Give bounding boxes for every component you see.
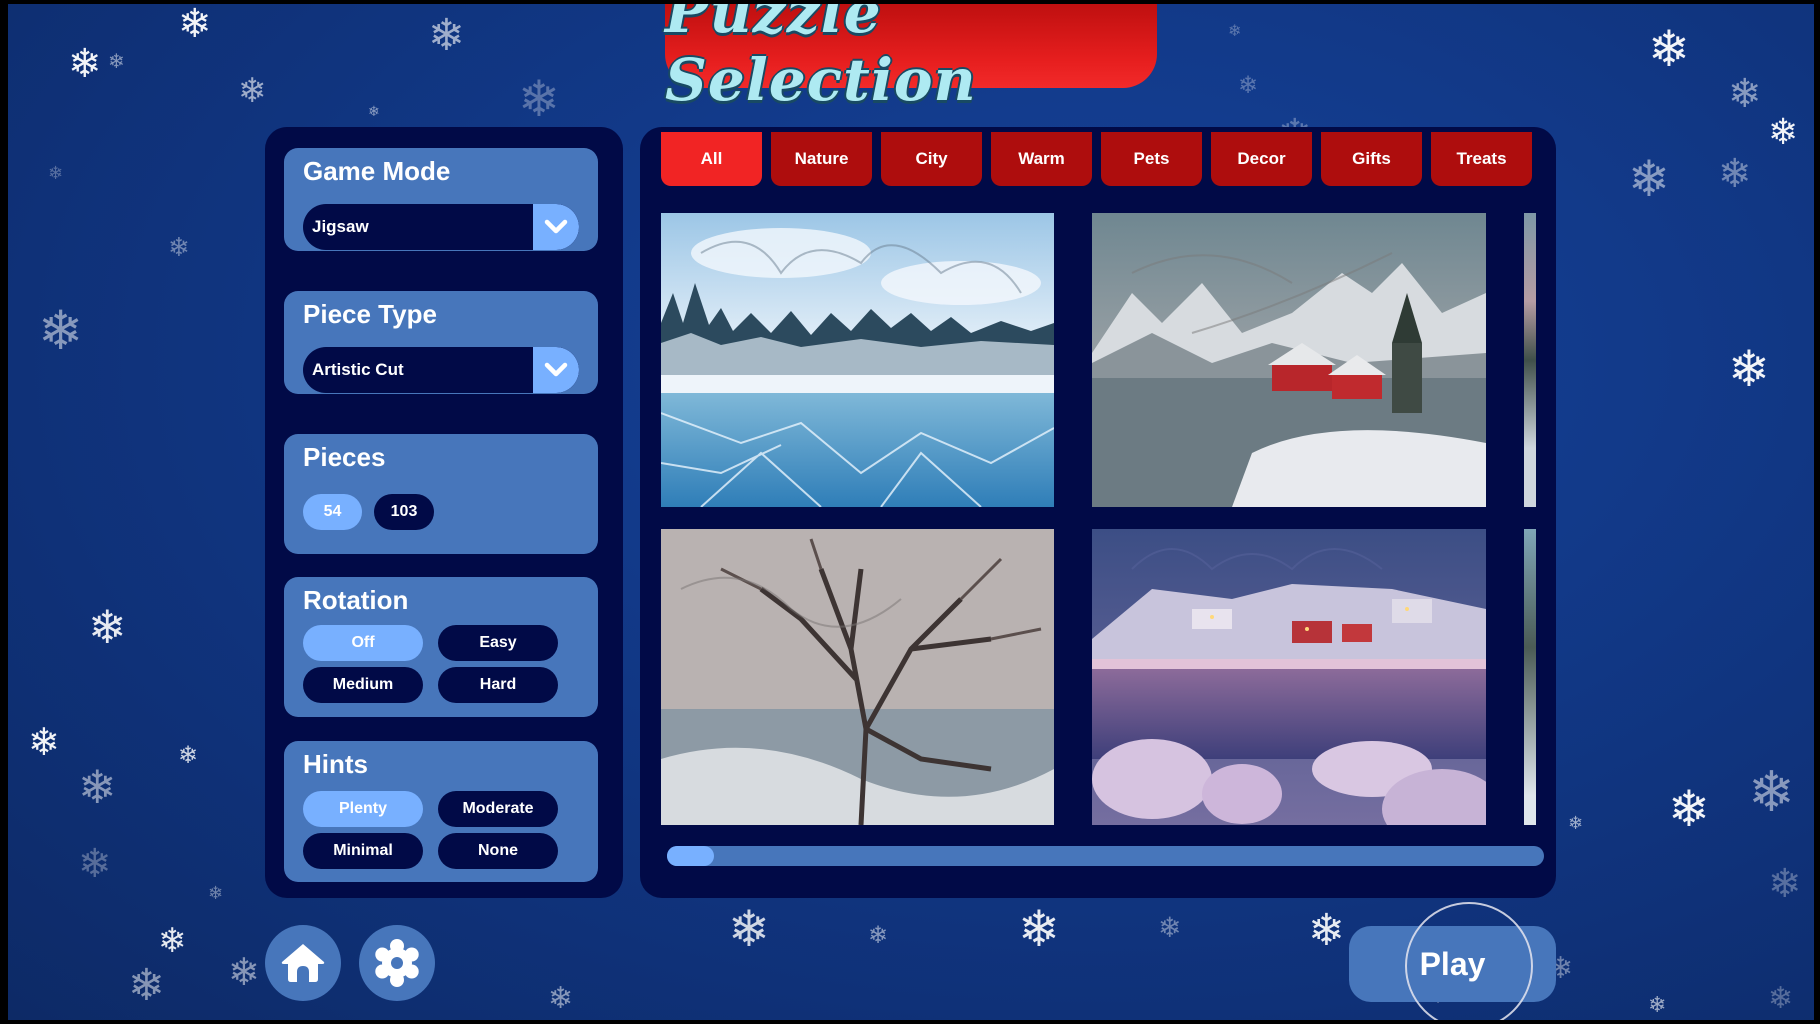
snowflake-icon: ❄ (238, 72, 267, 110)
snowflake-icon: ❄ (28, 722, 60, 764)
snowflake-icon: ❄ (1238, 72, 1259, 99)
tab-pets[interactable]: Pets (1101, 132, 1202, 186)
snowflake-icon: ❄ (1728, 341, 1770, 397)
piece-type-card: Piece Type Artistic Cut (284, 291, 598, 394)
snowflake-icon: ❄ (178, 4, 212, 46)
snowflake-icon: ❄ (78, 761, 117, 813)
twilight-village-image (1092, 529, 1486, 825)
rotation-option-hard[interactable]: Hard (438, 667, 558, 703)
rotation-option-medium[interactable]: Medium (303, 667, 423, 703)
rotation-option-off[interactable]: Off (303, 625, 423, 661)
frozen-lake-image (661, 213, 1054, 507)
snowflake-icon: ❄ (168, 232, 190, 262)
snowflake-icon: ❄ (1718, 152, 1752, 196)
snowflake-icon: ❄ (1228, 23, 1242, 40)
home-button[interactable] (265, 925, 341, 1001)
hints-option-plenty[interactable]: Plenty (303, 791, 423, 827)
snowflake-icon: ❄ (1018, 901, 1060, 957)
tab-decor[interactable]: Decor (1211, 132, 1312, 186)
title-banner: Puzzle Selection (665, 4, 1157, 114)
snowflake-icon: ❄ (38, 301, 84, 361)
piece-type-label: Piece Type (303, 299, 437, 329)
frosted-tree-image (661, 529, 1054, 825)
rotation-card: Rotation Off Easy Medium Hard (284, 577, 598, 717)
snowflake-icon: ❄ (1308, 906, 1345, 955)
rotation-option-easy[interactable]: Easy (438, 625, 558, 661)
snowflake-icon: ❄ (158, 922, 187, 960)
gallery-scrollbar-thumb[interactable] (667, 846, 714, 866)
hints-card: Hints Plenty Moderate Minimal None (284, 741, 598, 882)
snowflake-icon: ❄ (1628, 151, 1670, 207)
hints-label: Hints (303, 749, 368, 779)
snowflake-icon: ❄ (48, 163, 64, 183)
pieces-option-54[interactable]: 54 (303, 494, 362, 530)
tab-all[interactable]: All (661, 132, 762, 186)
settings-panel: Game Mode Jigsaw Piece Type Artistic Cut… (265, 127, 623, 898)
snowflake-icon: ❄ (548, 982, 574, 1015)
snowflake-icon: ❄ (178, 742, 199, 769)
snowflake-icon: ❄ (428, 11, 465, 60)
tab-warm[interactable]: Warm (991, 132, 1092, 186)
puzzle-thumbnail[interactable] (661, 529, 1054, 825)
pieces-label: Pieces (303, 442, 386, 472)
gear-icon (375, 939, 419, 987)
gallery-scrollbar[interactable] (667, 846, 1544, 866)
snowflake-icon: ❄ (1648, 992, 1667, 1017)
game-screen: ❄ ❄ ❄ ❄ ❄ ❄ ❄ ❄ ❄ ❄ ❄ ❄ ❄ ❄ ❄ ❄ ❄ ❄ ❄ ❄ ❄ ❄ ❄ ❄ ❄ ❄ ❄ ❄ ❄ ❄ ❄ ❄ ❄ ❄ ❄ ❄ ❄ ❄ ❄ ❄… (8, 4, 1814, 1020)
tab-treats[interactable]: Treats (1431, 132, 1532, 186)
snowflake-icon: ❄ (1728, 72, 1762, 116)
snowflake-icon: ❄ (1768, 111, 1799, 152)
puzzle-thumbnail-partial[interactable] (1524, 529, 1536, 825)
hints-option-none[interactable]: None (438, 833, 558, 869)
snowflake-icon: ❄ (1648, 21, 1690, 77)
snowflake-icon: ❄ (68, 42, 102, 86)
piece-type-dropdown[interactable]: Artistic Cut (303, 347, 579, 393)
tab-gifts[interactable]: Gifts (1321, 132, 1422, 186)
snowflake-icon: ❄ (1668, 781, 1710, 837)
puzzle-thumbnail[interactable] (1092, 213, 1486, 507)
game-mode-dropdown[interactable]: Jigsaw (303, 204, 579, 250)
play-button[interactable]: Play (1349, 926, 1556, 1002)
page-title: Puzzle Selection (665, 4, 977, 114)
snowflake-icon: ❄ (228, 952, 260, 994)
tab-nature[interactable]: Nature (771, 132, 872, 186)
snowflake-icon: ❄ (868, 922, 889, 949)
snowy-village-image (1092, 213, 1486, 507)
snowflake-icon: ❄ (1158, 912, 1182, 943)
snowflake-icon: ❄ (1748, 760, 1795, 823)
hints-option-moderate[interactable]: Moderate (438, 791, 558, 827)
settings-button[interactable] (359, 925, 435, 1001)
snowflake-icon: ❄ (128, 961, 165, 1010)
puzzle-thumbnail[interactable] (661, 213, 1054, 507)
snowflake-icon: ❄ (208, 883, 224, 903)
pieces-option-103[interactable]: 103 (374, 494, 434, 530)
snowflake-icon: ❄ (728, 901, 770, 957)
snowflake-icon: ❄ (1768, 982, 1794, 1015)
puzzle-thumbnail[interactable] (1092, 529, 1486, 825)
snowflake-icon: ❄ (1568, 813, 1584, 833)
game-mode-card: Game Mode Jigsaw (284, 148, 598, 251)
snowflake-icon: ❄ (88, 601, 127, 653)
puzzle-gallery-panel: All Nature City Warm Pets Decor Gifts Tr… (640, 127, 1556, 898)
home-icon (281, 944, 325, 982)
snowflake-icon: ❄ (368, 103, 380, 119)
snowflake-icon: ❄ (518, 71, 560, 127)
piece-type-value: Artistic Cut (312, 360, 404, 379)
rotation-label: Rotation (303, 585, 409, 615)
snowflake-icon: ❄ (108, 51, 125, 73)
chevron-down-icon[interactable] (533, 204, 579, 250)
tab-city[interactable]: City (881, 132, 982, 186)
snowflake-icon: ❄ (1768, 862, 1802, 906)
game-mode-value: Jigsaw (312, 217, 369, 236)
game-mode-label: Game Mode (303, 156, 451, 186)
pieces-card: Pieces 54 103 (284, 434, 598, 554)
hints-option-minimal[interactable]: Minimal (303, 833, 423, 869)
snowflake-icon: ❄ (78, 842, 112, 886)
chevron-down-icon[interactable] (533, 347, 579, 393)
puzzle-thumbnail-partial[interactable] (1524, 213, 1536, 507)
